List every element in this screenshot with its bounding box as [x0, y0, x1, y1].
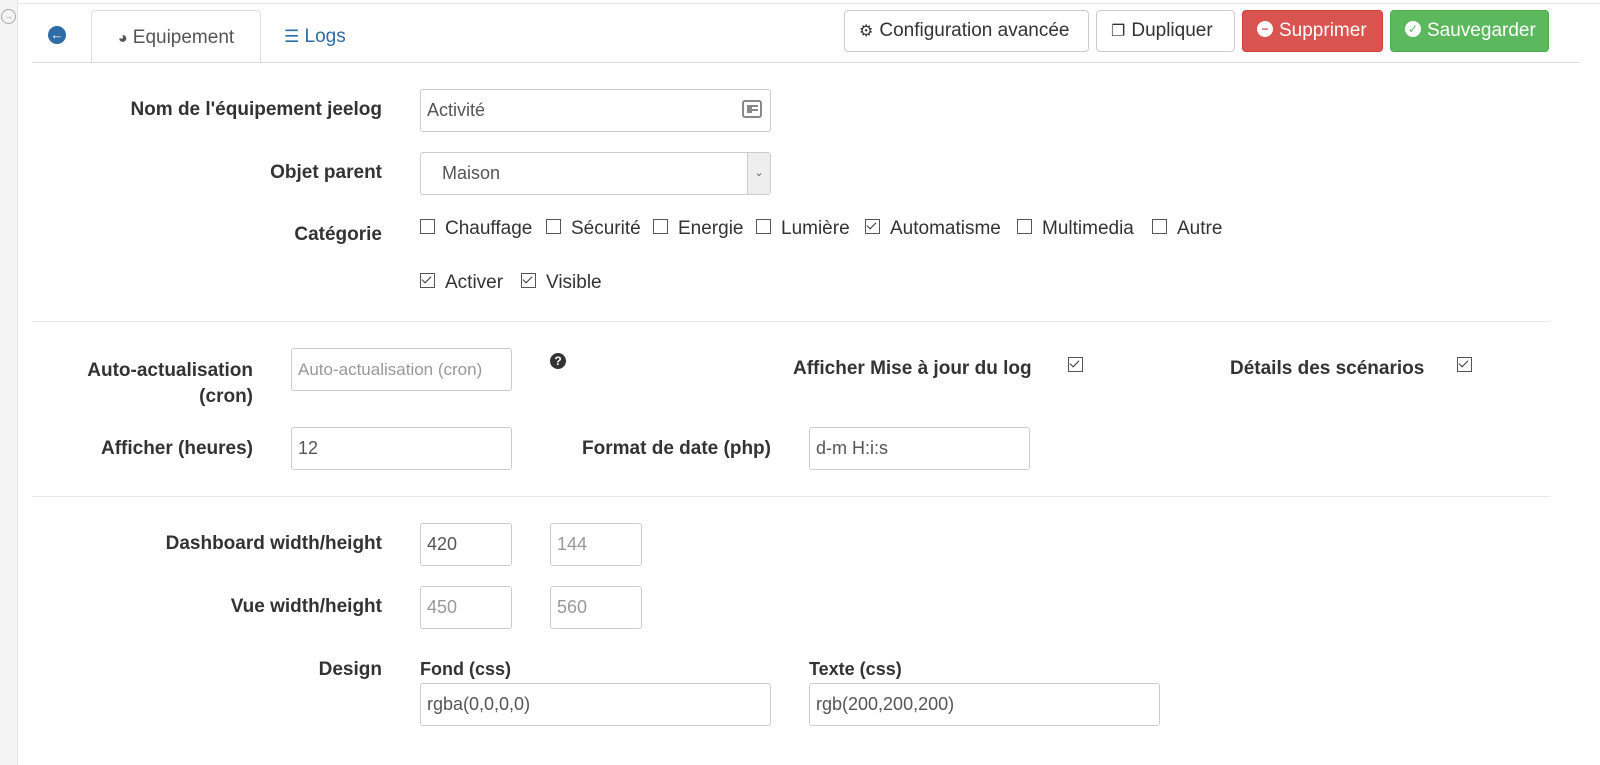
hours-label: Afficher (heures) [100, 438, 253, 459]
category-label-securite: Sécurité [571, 218, 641, 239]
back-arrow-icon: ← [48, 26, 66, 45]
checkbox-icon [546, 219, 561, 235]
visible-checkbox[interactable]: Visible [521, 272, 602, 294]
dashboard-width-input[interactable]: 420 [420, 523, 512, 566]
hours-input[interactable]: 12 [291, 427, 512, 470]
date-format-value: d-m H:i:s [816, 438, 888, 458]
dashboard-width-value: 420 [427, 534, 458, 554]
checkbox-checked-icon [865, 219, 880, 235]
tabs-underline [32, 62, 1580, 63]
question-icon[interactable]: ? [550, 353, 566, 369]
visible-label: Visible [546, 272, 602, 293]
checkbox-icon [1017, 219, 1032, 235]
parent-object-value: Maison [442, 163, 501, 183]
dashboard-height-placeholder: 144 [557, 534, 588, 554]
background-css-input[interactable]: rgba(0,0,0,0) [420, 683, 771, 726]
dashboard-size-label: Dashboard width/height [165, 533, 382, 554]
category-label: Catégorie [294, 224, 382, 245]
scenario-details-checkbox[interactable] [1457, 356, 1472, 378]
tab-logs-label: Logs [304, 26, 346, 47]
scenario-details-label: Détails des scénarios [1230, 358, 1425, 379]
category-checkbox-autre[interactable]: Autre [1152, 218, 1222, 240]
dashboard-icon: ◕ [117, 30, 128, 47]
checkbox-checked-icon [1457, 357, 1472, 373]
cron-label: Auto-actualisation (cron) [87, 358, 253, 410]
save-label: Sauvegarder [1427, 20, 1536, 41]
category-label-chauffage: Chauffage [445, 218, 533, 239]
advanced-config-label: Configuration avancée [879, 20, 1070, 41]
background-css-label: Fond (css) [420, 659, 512, 679]
category-checkbox-energie[interactable]: Energie [653, 218, 744, 240]
category-label-autre: Autre [1177, 218, 1223, 239]
parent-object-label: Objet parent [270, 162, 382, 183]
design-label: Design [318, 659, 382, 680]
minus-circle-icon: − [1257, 21, 1273, 38]
date-format-label: Format de date (php) [582, 438, 771, 459]
expand-sidebar-icon[interactable]: → [1, 9, 16, 24]
parent-object-select[interactable]: Maison ⌄ [420, 152, 771, 195]
checkbox-checked-icon [521, 273, 536, 289]
save-button[interactable]: ✓ Sauvegarder [1390, 10, 1549, 52]
cron-label-line1: Auto-actualisation [87, 360, 253, 381]
activate-label: Activer [445, 272, 504, 293]
equipment-name-input[interactable]: Activité [420, 89, 771, 132]
view-width-placeholder: 450 [427, 597, 458, 617]
check-circle-icon: ✓ [1405, 21, 1421, 38]
background-css-value: rgba(0,0,0,0) [427, 694, 531, 714]
tab-back[interactable]: ← [48, 10, 72, 63]
category-checkbox-lumiere[interactable]: Lumière [756, 218, 850, 240]
view-height-placeholder: 560 [557, 597, 588, 617]
section-divider [32, 496, 1550, 497]
hours-value: 12 [298, 438, 319, 458]
list-icon: ☰ [284, 27, 300, 46]
duplicate-button[interactable]: ❐ Dupliquer [1096, 10, 1235, 52]
category-label-automatisme: Automatisme [890, 218, 1001, 239]
copy-icon: ❐ [1111, 23, 1126, 40]
checkbox-checked-icon [420, 273, 435, 289]
log-update-label: Afficher Mise à jour du log [793, 358, 1032, 379]
text-css-label: Texte (css) [809, 659, 902, 679]
activate-checkbox[interactable]: Activer [420, 272, 503, 294]
category-label-energie: Energie [678, 218, 744, 239]
dashboard-height-input[interactable]: 144 [550, 523, 642, 566]
category-checkbox-chauffage[interactable]: Chauffage [420, 218, 532, 240]
id-card-icon [742, 100, 762, 118]
top-divider [17, 3, 1600, 4]
category-label-multimedia: Multimedia [1042, 218, 1134, 239]
log-update-checkbox[interactable] [1068, 356, 1083, 378]
checkbox-icon [420, 219, 435, 235]
cron-input[interactable]: Auto-actualisation (cron) [291, 348, 512, 391]
category-checkbox-automatisme[interactable]: Automatisme [865, 218, 1001, 240]
category-checkbox-securite[interactable]: Sécurité [546, 218, 641, 240]
chevron-down-icon: ⌄ [747, 153, 770, 194]
tab-logs[interactable]: ☰ Logs [284, 10, 346, 63]
cron-label-line2: (cron) [199, 386, 253, 407]
cron-placeholder: Auto-actualisation (cron) [298, 360, 483, 379]
duplicate-label: Dupliquer [1131, 20, 1213, 41]
equipment-name-value: Activité [427, 100, 486, 120]
gears-icon: ⚙ [859, 23, 874, 40]
tab-equipement[interactable]: ◕ Equipement [91, 10, 261, 63]
checkbox-icon [756, 219, 771, 235]
text-css-value: rgb(200,200,200) [816, 694, 955, 714]
category-checkbox-multimedia[interactable]: Multimedia [1017, 218, 1134, 240]
view-size-label: Vue width/height [230, 596, 382, 617]
checkbox-icon [1152, 219, 1167, 235]
advanced-config-button[interactable]: ⚙ Configuration avancée [844, 10, 1089, 52]
equipment-name-label: Nom de l'équipement jeelog [130, 99, 382, 120]
delete-label: Supprimer [1279, 20, 1367, 41]
category-label-lumiere: Lumière [781, 218, 850, 239]
section-divider [32, 321, 1550, 322]
view-height-input[interactable]: 560 [550, 586, 642, 629]
delete-button[interactable]: − Supprimer [1242, 10, 1383, 52]
view-width-input[interactable]: 450 [420, 586, 512, 629]
date-format-input[interactable]: d-m H:i:s [809, 427, 1030, 470]
left-sidebar-strip: → [0, 0, 18, 765]
checkbox-checked-icon [1068, 357, 1083, 373]
tab-equipement-label: Equipement [132, 27, 235, 48]
text-css-input[interactable]: rgb(200,200,200) [809, 683, 1160, 726]
checkbox-icon [653, 219, 668, 235]
